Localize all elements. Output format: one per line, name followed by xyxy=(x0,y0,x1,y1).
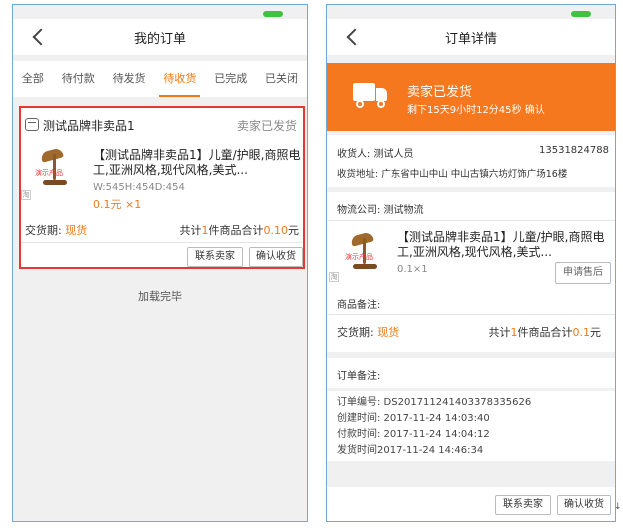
delivery-value: 现货 xyxy=(65,224,88,237)
truck-icon xyxy=(353,83,389,109)
tab-all[interactable]: 全部 xyxy=(18,61,48,97)
demo-product-tag: 演示产品 xyxy=(345,253,373,261)
confirm-receipt-button[interactable]: 确认收货 xyxy=(557,495,611,515)
nav-bar: 订单详情 xyxy=(327,19,615,55)
order-list-screen: 我的订单 全部 待付款 待发货 待收货 已完成 已关闭 测试品牌非卖品1 卖家已… xyxy=(12,4,308,522)
contact-seller-button[interactable]: 联系卖家 xyxy=(187,247,243,267)
shipped-time: 发货时间2017-11-24 14:46:34 xyxy=(337,445,484,456)
paid-time: 付款时间: 2017-11-24 14:04:12 xyxy=(337,429,490,440)
order-total: 共计1件商品合计0.1元 xyxy=(489,324,602,340)
shop-icon xyxy=(25,118,39,131)
order-note-block: 订单备注: xyxy=(327,358,615,388)
total-count: 1 xyxy=(510,326,518,339)
total-count: 1 xyxy=(201,224,209,237)
order-status: 卖家已发货 xyxy=(236,119,297,133)
taobao-mark-icon: 淘 xyxy=(329,272,339,282)
shipping-status: 卖家已发货 xyxy=(407,85,473,100)
total-suffix: 元 xyxy=(288,224,299,237)
tab-completed[interactable]: 已完成 xyxy=(210,61,251,97)
receiver-address: 收货地址: 广东省中山中山 中山古镇六坊灯饰广场16楼 xyxy=(337,169,568,180)
demo-product-tag: 演示产品 xyxy=(35,169,63,177)
order-card[interactable]: 测试品牌非卖品1 卖家已发货 演示产品 淘 【测试品牌非卖品1】儿童/护眼,商照… xyxy=(19,106,305,269)
status-banner: 卖家已发货 剩下15天9小时12分45秒 确认 xyxy=(327,63,615,131)
tab-pending-payment[interactable]: 待付款 xyxy=(58,61,99,97)
tab-pending-receipt[interactable]: 待收货 xyxy=(159,61,201,97)
delivery-period: 交货期: 现货 xyxy=(337,324,399,340)
receiver-block: 收货人: 测试人员 13531824788 收货地址: 广东省中山中山 中山古镇… xyxy=(327,135,615,187)
total-prefix: 共计 xyxy=(488,326,511,339)
after-sale-button[interactable]: 申请售后 xyxy=(555,262,611,284)
total-prefix: 共计 xyxy=(179,224,202,237)
tab-closed[interactable]: 已关闭 xyxy=(261,61,302,97)
lamp-base-shape xyxy=(353,264,377,269)
created-time: 创建时间: 2017-11-24 14:03:40 xyxy=(337,413,490,424)
shop-name[interactable]: 测试品牌非卖品1 xyxy=(43,117,135,134)
divider xyxy=(327,314,615,315)
product-qty: 0.1×1 xyxy=(397,264,428,275)
battery-icon xyxy=(263,11,283,17)
order-info-block: 订单编号: DS201711241403378335626 创建时间: 2017… xyxy=(327,391,615,461)
order-number: 订单编号: DS201711241403378335626 xyxy=(337,397,532,408)
countdown-text: 剩下15天9小时12分45秒 确认 xyxy=(407,105,545,116)
order-detail-screen: 订单详情 卖家已发货 剩下15天9小时12分45秒 确认 收货人: 测试人员 1… xyxy=(326,4,616,522)
load-complete-text: 加载完毕 xyxy=(138,290,182,303)
delivery-period: 交货期: 现货 xyxy=(25,222,87,238)
page-title: 我的订单 xyxy=(133,32,186,47)
total-suffix: 元 xyxy=(590,326,601,339)
divider xyxy=(21,242,303,243)
total-mid: 件商品合计 xyxy=(208,224,264,237)
total-mid: 件商品合计 xyxy=(517,326,573,339)
confirm-receipt-button[interactable]: 确认收货 xyxy=(249,247,303,267)
total-amount: 0.10 xyxy=(263,224,289,237)
battery-icon xyxy=(571,11,591,17)
product-spec: W:545H:454D:454 xyxy=(93,182,185,193)
goods-note-label: 商品备注: xyxy=(337,300,381,311)
product-image[interactable]: 演示产品 xyxy=(31,146,79,194)
product-price-qty: 0.1元 ×1 xyxy=(93,198,142,211)
receiver-phone: 13531824788 xyxy=(539,145,609,156)
lamp-base-shape xyxy=(43,180,67,185)
bottom-action-bar: 联系卖家 确认收货 xyxy=(327,487,615,521)
product-title[interactable]: 【测试品牌非卖品1】儿童/护眼,商照电工,亚洲风格,现代风格,美式... xyxy=(397,230,611,260)
corner-arrow-icon: ↓ xyxy=(614,502,622,512)
page-title: 订单详情 xyxy=(444,32,497,47)
logistics-company: 物流公司: 测试物流 xyxy=(337,205,424,216)
order-total: 共计1件商品合计0.10元 xyxy=(180,222,300,238)
product-title[interactable]: 【测试品牌非卖品1】儿童/护眼,商照电工,亚洲风格,现代风格,美式... xyxy=(93,148,301,178)
product-image[interactable]: 演示产品 xyxy=(341,230,389,278)
contact-seller-button[interactable]: 联系卖家 xyxy=(495,495,551,515)
order-tabs: 全部 待付款 待发货 待收货 已完成 已关闭 xyxy=(13,61,307,97)
divider xyxy=(327,220,615,221)
delivery-label: 交货期: xyxy=(25,224,62,237)
lamp-head-shape xyxy=(40,147,64,163)
lamp-head-shape xyxy=(350,231,374,247)
nav-bar: 我的订单 xyxy=(13,19,307,55)
taobao-mark-icon: 淘 xyxy=(21,190,31,200)
shop-row: 测试品牌非卖品1 卖家已发货 xyxy=(25,116,297,136)
product-block: 物流公司: 测试物流 演示产品 淘 【测试品牌非卖品1】儿童/护眼,商照电工,亚… xyxy=(327,192,615,352)
total-amount: 0.1 xyxy=(572,326,591,339)
receiver-name: 收货人: 测试人员 xyxy=(337,149,414,160)
order-note-label: 订单备注: xyxy=(337,371,381,382)
delivery-value: 现货 xyxy=(377,326,400,339)
tab-pending-shipment[interactable]: 待发货 xyxy=(109,61,150,97)
delivery-label: 交货期: xyxy=(337,326,374,339)
